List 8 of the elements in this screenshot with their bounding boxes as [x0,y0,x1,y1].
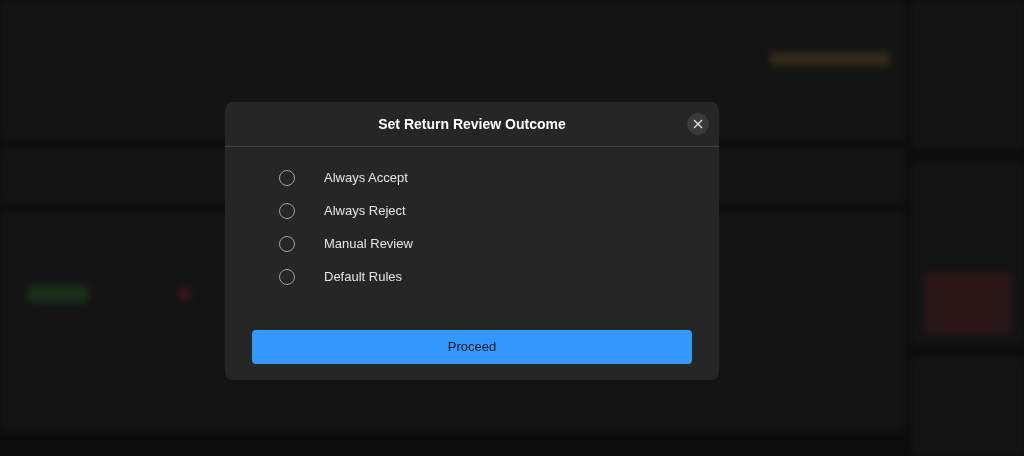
proceed-button[interactable]: Proceed [252,330,692,364]
option-label: Manual Review [324,235,413,254]
dialog-title: Set Return Review Outcome [378,114,566,134]
option-label: Default Rules [324,268,403,287]
option-label: Always Accept [324,169,408,188]
option-label: Always Reject [324,202,406,221]
close-button[interactable] [687,113,709,135]
close-icon [693,119,703,129]
